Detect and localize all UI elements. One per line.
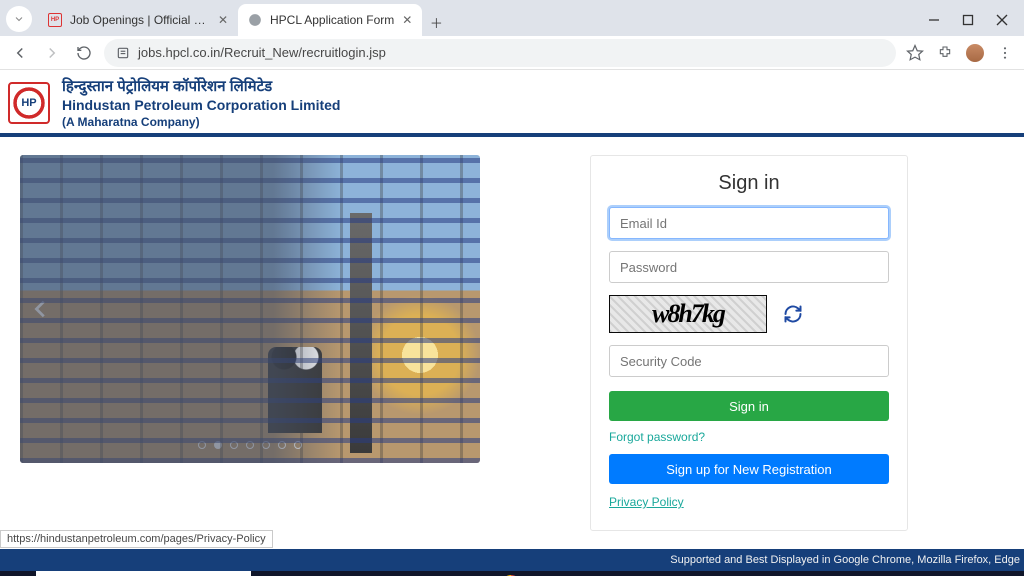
forgot-password-link[interactable]: Forgot password? [609,430,705,444]
carousel-dot[interactable] [278,441,286,449]
kebab-menu-icon[interactable] [994,42,1016,64]
status-hover-url: https://hindustanpetroleum.com/pages/Pri… [0,530,273,548]
tab-label: HPCL Application Form [270,13,394,27]
taskbar-search[interactable]: Type here to search [36,571,251,576]
back-button[interactable] [8,41,32,65]
tab-job-openings[interactable]: HP Job Openings | Official Website ✕ [38,4,238,36]
title-hindi: हिन्दुस्तान पेट्रोलियम कॉर्पोरेशन लिमिटे… [62,76,340,96]
email-field[interactable] [609,207,889,239]
carousel-dot[interactable] [198,441,206,449]
compatibility-banner: Supported and Best Displayed in Google C… [0,549,1024,571]
carousel-dot[interactable] [246,441,254,449]
main-content: Sign in w8h7kg Sign in Forgot password? … [0,137,1024,531]
bookmark-star-icon[interactable] [904,42,926,64]
profile-avatar-icon[interactable] [964,42,986,64]
tab-label: Job Openings | Official Website [70,13,210,27]
carousel-dot[interactable] [214,441,222,449]
tab-hpcl-application[interactable]: HPCL Application Form ✕ [238,4,422,36]
login-title: Sign in [609,172,889,195]
security-code-field[interactable] [609,345,889,377]
site-info-icon[interactable] [116,46,130,60]
new-tab-button[interactable]: ＋ [422,8,450,36]
favicon-generic-icon [248,13,262,27]
carousel-dot[interactable] [230,441,238,449]
url-text: jobs.hpcl.co.in/Recruit_New/recruitlogin… [138,45,386,60]
privacy-policy-link[interactable]: Privacy Policy [609,495,684,509]
password-field[interactable] [609,251,889,283]
hp-logo-icon: HP [8,82,50,124]
window-controls [918,12,1024,36]
browser-toolbar: jobs.hpcl.co.in/Recruit_New/recruitlogin… [0,36,1024,70]
close-icon[interactable]: ✕ [218,13,228,27]
close-window-button[interactable] [994,12,1010,28]
carousel-dot[interactable] [294,441,302,449]
captcha-image: w8h7kg [609,295,767,333]
minimize-button[interactable] [926,12,942,28]
tab-strip: HP Job Openings | Official Website ✕ HPC… [38,4,918,36]
favicon-hp-icon: HP [48,13,62,27]
maximize-button[interactable] [960,12,976,28]
close-icon[interactable]: ✕ [402,13,412,27]
signin-button[interactable]: Sign in [609,391,889,421]
site-header: HP हिन्दुस्तान पेट्रोलियम कॉर्पोरेशन लिम… [0,70,1024,137]
signup-button[interactable]: Sign up for New Registration [609,454,889,484]
browser-titlebar: HP Job Openings | Official Website ✕ HPC… [0,0,1024,36]
windows-taskbar: Type here to search I 20°C Haze [0,571,1024,576]
forward-button[interactable] [40,41,64,65]
login-card: Sign in w8h7kg Sign in Forgot password? … [590,155,908,531]
title-subtitle: (A Maharatna Company) [62,113,340,129]
refresh-captcha-button[interactable] [783,304,803,324]
site-titles: हिन्दुस्तान पेट्रोलियम कॉर्पोरेशन लिमिटे… [62,76,340,129]
carousel-prev-button[interactable] [30,295,52,323]
start-button[interactable] [0,571,36,576]
title-english: Hindustan Petroleum Corporation Limited [62,96,340,113]
carousel-dot[interactable] [262,441,270,449]
profile-chip[interactable] [6,6,32,32]
reload-button[interactable] [72,41,96,65]
address-bar[interactable]: jobs.hpcl.co.in/Recruit_New/recruitlogin… [104,39,896,67]
hero-carousel [20,155,480,463]
extensions-icon[interactable] [934,42,956,64]
carousel-dots[interactable] [198,441,302,449]
